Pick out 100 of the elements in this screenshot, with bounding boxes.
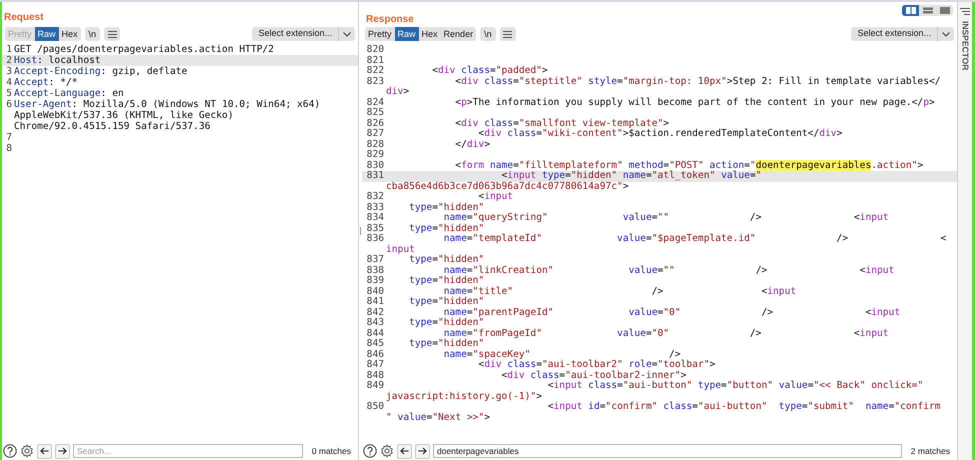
line-number: 831: [366, 170, 384, 181]
view-tab[interactable]: Raw: [34, 27, 59, 41]
view-tab[interactable]: Hex: [418, 27, 441, 41]
line-number: 844: [366, 328, 384, 338]
code-line: name="templateId" value="$pageTemplate.id" /> <: [442, 234, 946, 244]
view-tab[interactable]: Render: [440, 27, 476, 41]
settings-icon[interactable]: [20, 444, 34, 458]
line-number: 7: [6, 132, 12, 143]
code-line: type="hidden": [408, 318, 484, 328]
line-number: 1: [6, 44, 12, 55]
view-tab[interactable]: Pretty: [365, 27, 395, 41]
previous-match-button[interactable]: [37, 444, 52, 458]
line-number: 848: [366, 370, 384, 380]
code-line: name="title" /> <input: [442, 286, 796, 296]
code-line: <div class="aui-toolbar2" role="toolbar">: [477, 360, 716, 370]
code-line: <form name="filltemplateform" method="POST" action="doenterpagevariables.action">: [454, 160, 924, 170]
line-number: 838: [366, 264, 384, 276]
line-number: 846: [366, 348, 384, 360]
line-number: 847: [366, 359, 384, 370]
help-icon[interactable]: [3, 444, 17, 458]
arrow-left-icon: [400, 447, 409, 455]
view-tab[interactable]: Raw: [394, 27, 419, 41]
line-number: 824: [366, 96, 384, 108]
previous-match-button[interactable]: [397, 444, 412, 458]
panel-title: Response: [366, 13, 414, 27]
code-line: <div class="aui-toolbar2-inner">: [500, 370, 686, 380]
code-line: type="hidden": [408, 202, 484, 212]
code-line: name="parentPageId" value="0" /> <input: [442, 308, 900, 318]
inspector-tab[interactable]: INSPECTOR: [958, 21, 972, 70]
code-line: Chrome/92.0.4515.159 Safari/537.36: [14, 121, 210, 132]
code-line: input: [386, 244, 415, 255]
extension-select[interactable]: Select extension...: [252, 27, 355, 41]
chevron-down-icon: [942, 32, 950, 36]
menu-button[interactable]: [500, 27, 516, 41]
line-number: 822: [366, 65, 384, 76]
line-number: 4: [6, 77, 12, 88]
search-field[interactable]: Search...: [73, 444, 303, 458]
code-line: Host: localhost: [14, 55, 101, 66]
line-number: 837: [366, 254, 384, 265]
menu-icon: [108, 30, 117, 38]
code-line: name="queryString" value="" /> <input: [442, 213, 889, 224]
line-number: 832: [366, 191, 384, 202]
code-line: Accept-Encoding: gzip, deflate: [14, 66, 188, 77]
code-line: User-Agent: Mozilla/5.0 (Windows NT 10.0; Win64; x64): [14, 99, 320, 110]
next-match-button[interactable]: [55, 444, 70, 458]
line-number: 8: [6, 143, 12, 154]
settings-icon[interactable]: [380, 444, 394, 458]
newline-button[interactable]: \n: [480, 27, 496, 41]
code-line: <input type="hidden" name="atl_token" value=": [500, 171, 762, 182]
line-number: 3: [6, 66, 12, 77]
line-number: 827: [366, 128, 384, 139]
code-line: Accept: */*: [14, 77, 78, 88]
view-tab[interactable]: Hex: [58, 27, 81, 41]
extension-select[interactable]: Select extension...: [851, 27, 954, 41]
line-number: 835: [366, 222, 384, 234]
code-line: type="hidden": [408, 224, 484, 234]
line-number: 828: [366, 138, 384, 150]
code-line: </div>: [454, 140, 490, 150]
line-number: 820: [366, 45, 384, 55]
code-line: AppleWebKit/537.36 (KHTML, like Gecko): [14, 110, 234, 121]
code-line: <div class="wiki-content">$action.renderedTemplateContent</div>: [477, 129, 842, 140]
lines-icon: [960, 8, 970, 15]
code-line: <div class="steptitle" style="margin-top: 10px">Step 2: Fill in template variables</: [454, 76, 941, 87]
layout-toggle-button[interactable]: [902, 5, 919, 16]
code-line: type="hidden": [408, 255, 484, 266]
line-number: 5: [6, 88, 12, 99]
single-pane-icon: [940, 7, 950, 14]
match-count: 0 matches: [310, 444, 352, 458]
line-number: 840: [366, 286, 384, 296]
line-number: 841: [366, 296, 384, 307]
line-number: 833: [366, 202, 384, 212]
menu-icon: [503, 30, 512, 38]
code-line: <input class="aui-button" type="button" value="<< Back" onclick=": [546, 381, 924, 392]
line-number: 830: [366, 160, 384, 170]
help-icon[interactable]: [363, 444, 377, 458]
code-line: type="hidden": [408, 297, 484, 308]
line-number: 845: [366, 338, 384, 349]
code-line: GET /pages/doenterpagevariables.action HTTP/2: [14, 44, 274, 55]
line-number: 849: [366, 380, 384, 391]
line-number: 821: [366, 54, 384, 66]
two-rows-icon: [922, 7, 932, 14]
line-number: 834: [366, 212, 384, 223]
line-number: 839: [366, 275, 384, 286]
code-line: <p>The information you supply will become part of the content in your new page.</p>: [454, 98, 935, 108]
chevron-down-icon: [343, 32, 351, 36]
newline-button[interactable]: \n: [84, 27, 100, 41]
match-count: 2 matches: [910, 444, 951, 458]
code-line: div>: [386, 87, 410, 98]
code-line: name="spaceKey" />: [442, 350, 681, 360]
line-number: 843: [366, 317, 384, 328]
code-line: javascript:history.go(-1)">: [386, 392, 542, 402]
code-line: <div class="padded">: [431, 66, 548, 76]
code-line: type="hidden": [408, 276, 484, 286]
panel-title: Request: [4, 11, 44, 25]
next-match-button[interactable]: [415, 444, 430, 458]
line-number: 850: [366, 401, 384, 412]
search-field[interactable]: doenterpagevariables: [433, 444, 902, 458]
code-line: <div class="smallfont view-template">: [454, 118, 670, 128]
line-number: 829: [366, 149, 384, 160]
menu-button[interactable]: [104, 27, 120, 41]
